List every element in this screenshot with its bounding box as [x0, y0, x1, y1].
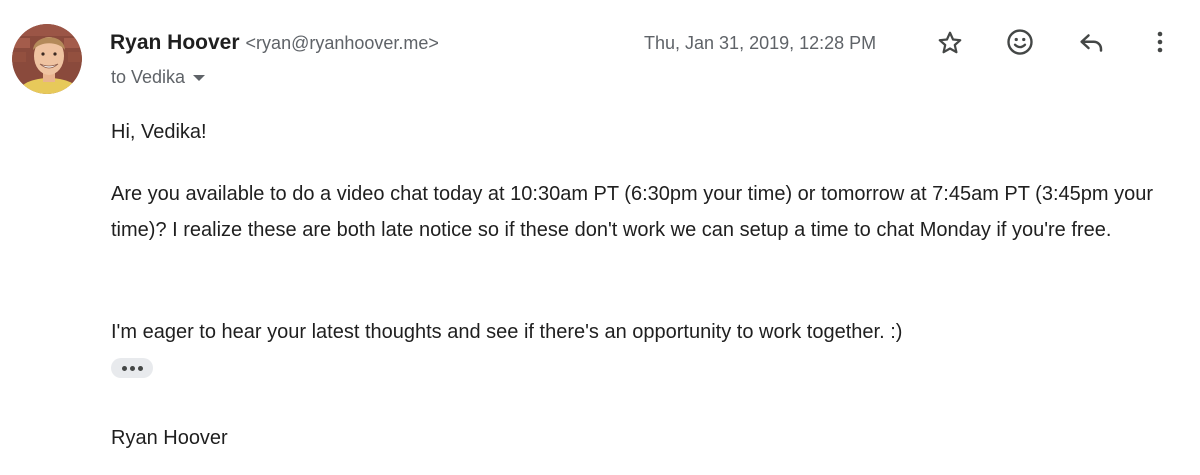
star-button[interactable] — [930, 23, 970, 63]
more-options-button[interactable] — [1140, 22, 1180, 62]
recipient-details-toggle[interactable]: to Vedika — [111, 64, 206, 90]
reply-button[interactable] — [1071, 23, 1111, 63]
trim-dot — [129, 365, 135, 371]
email-paragraph-1: Are you available to do a video chat tod… — [111, 183, 1154, 241]
sender-line: Ryan Hoover <ryan@ryanhoover.me> — [110, 28, 439, 60]
email-signature: Ryan Hoover — [111, 427, 228, 449]
sender-email: <ryan@ryanhoover.me> — [245, 33, 439, 53]
email-message: Ryan Hoover <ryan@ryanhoover.me> to Vedik… — [0, 0, 1200, 475]
sender-avatar[interactable] — [12, 24, 82, 94]
sender-name: Ryan Hoover — [110, 31, 240, 54]
star-icon — [938, 31, 962, 54]
message-date: Thu, Jan 31, 2019, 12:28 PM — [644, 33, 877, 53]
email-paragraph-2: I'm eager to hear your latest thoughts a… — [111, 321, 903, 343]
show-trimmed-content-button[interactable] — [111, 358, 153, 378]
recipient-label: to Vedika — [111, 67, 186, 87]
avatar-photo — [12, 24, 82, 94]
reply-icon — [1080, 34, 1103, 52]
more-vert-icon — [1157, 31, 1163, 53]
caret-down-icon — [193, 75, 206, 81]
add-reaction-button[interactable] — [1000, 22, 1040, 62]
email-greeting: Hi, Vedika! — [111, 121, 207, 143]
trim-dot — [137, 365, 143, 371]
emoji-reaction-icon — [1007, 29, 1033, 55]
trim-dot — [121, 365, 127, 371]
